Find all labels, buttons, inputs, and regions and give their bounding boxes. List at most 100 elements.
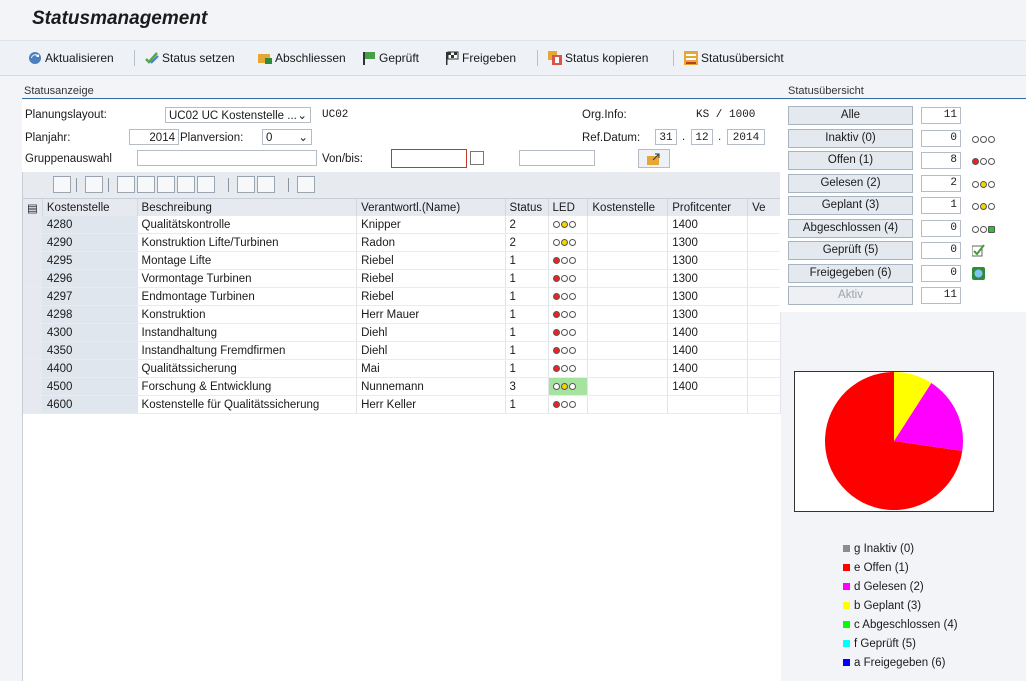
legend-label: b Geplant (3) bbox=[854, 599, 922, 612]
row-selector[interactable] bbox=[23, 216, 43, 234]
to-field[interactable] bbox=[519, 150, 595, 166]
print-icon[interactable] bbox=[237, 176, 255, 193]
col-cost-center-2[interactable]: Kostenstelle bbox=[587, 199, 669, 216]
status-overview-button[interactable]: Statusübersicht bbox=[684, 49, 784, 67]
status-filter-button[interactable]: Abgeschlossen (4) bbox=[788, 218, 913, 238]
export-icon[interactable] bbox=[257, 176, 275, 193]
release-button[interactable]: Freigeben bbox=[445, 49, 516, 67]
table-row[interactable]: 4297 Endmontage Turbinen Riebel 1 1300 bbox=[23, 287, 781, 306]
row-selector[interactable] bbox=[23, 287, 43, 306]
cell-status: 1 bbox=[505, 395, 549, 414]
range-toggle-icon[interactable] bbox=[470, 151, 484, 165]
planning-layout-select[interactable]: UC02 UC Kostenstelle ... ⌄ bbox=[165, 107, 311, 123]
row-selector[interactable] bbox=[23, 233, 43, 252]
status-filter-button[interactable]: Geprüft (5) bbox=[788, 241, 913, 260]
status-filter-button[interactable]: Alle bbox=[788, 106, 913, 125]
close-button[interactable]: Abschliessen bbox=[258, 49, 346, 67]
col-ve[interactable]: Ve bbox=[747, 199, 781, 216]
cell-responsible: Mai bbox=[356, 359, 506, 378]
cell-status: 1 bbox=[505, 305, 549, 324]
sort-ascending-icon[interactable] bbox=[117, 176, 135, 193]
sort-descending-icon[interactable] bbox=[137, 176, 155, 193]
col-cost-center[interactable]: Kostenstelle bbox=[42, 199, 138, 216]
col-status[interactable]: Status bbox=[505, 199, 549, 216]
ref-date-month[interactable]: 12 bbox=[691, 129, 713, 145]
status-count: 0 bbox=[921, 264, 961, 282]
ref-date-year[interactable]: 2014 bbox=[727, 129, 765, 145]
row-selector[interactable] bbox=[23, 269, 43, 288]
copy-icon bbox=[548, 51, 562, 65]
filter-icon[interactable] bbox=[197, 176, 215, 193]
set-status-button[interactable]: Status setzen bbox=[145, 49, 235, 67]
status-count: 11 bbox=[921, 287, 961, 304]
table-row[interactable]: 4600 Kostenstelle für Qualitätssicherung H… bbox=[23, 395, 781, 414]
cell-led bbox=[548, 395, 589, 414]
status-panel-divider bbox=[22, 98, 780, 99]
select-all-icon[interactable]: ▤ bbox=[23, 199, 43, 216]
copy-icon[interactable] bbox=[85, 176, 103, 193]
status-filter-button[interactable]: Gelesen (2) bbox=[788, 173, 913, 193]
table-row[interactable]: 4290 Konstruktion Lifte/Turbinen Radon 2 130… bbox=[23, 233, 781, 252]
cell-status: 2 bbox=[505, 233, 549, 252]
execute-button[interactable] bbox=[638, 149, 670, 168]
ref-date-label: Ref.Datum: bbox=[582, 132, 641, 144]
overview-panel-header: Statusübersicht bbox=[788, 85, 864, 97]
row-selector[interactable] bbox=[23, 359, 43, 378]
table-row[interactable]: 4500 Forschung & Entwicklung Nunnemann 3 140… bbox=[23, 377, 781, 396]
row-selector[interactable] bbox=[23, 341, 43, 360]
details-icon[interactable] bbox=[53, 176, 71, 193]
table-row[interactable]: 4400 Qualitätssicherung Mai 1 1400 bbox=[23, 359, 781, 378]
status-filter-button[interactable]: Geplant (3) bbox=[788, 196, 913, 215]
cell-cost-center-2 bbox=[587, 305, 669, 324]
status-filter-button[interactable]: Offen (1) bbox=[788, 151, 913, 170]
find-next-icon[interactable] bbox=[177, 176, 195, 193]
legend-item: d Gelesen (2) bbox=[843, 577, 958, 596]
checked-button[interactable]: Geprüft bbox=[362, 49, 419, 67]
cell-profit-center: 1300 bbox=[667, 251, 749, 270]
row-selector[interactable] bbox=[23, 323, 43, 342]
table-row[interactable]: 4296 Vormontage Turbinen Riebel 1 1300 bbox=[23, 269, 781, 288]
col-responsible[interactable]: Verantwortl.(Name) bbox=[356, 199, 506, 216]
table-row[interactable]: 4350 Instandhaltung Fremdfirmen Diehl 1 1400 bbox=[23, 341, 781, 360]
plan-version-select[interactable]: 0 ⌄ bbox=[262, 129, 312, 145]
from-field[interactable] bbox=[391, 149, 467, 168]
cell-cost-center-2 bbox=[587, 341, 669, 360]
led-green-icon bbox=[972, 222, 995, 236]
table-row[interactable]: 4280 Qualitätskontrolle Knipper 2 1400 bbox=[23, 216, 781, 234]
col-led[interactable]: LED bbox=[548, 199, 589, 216]
row-selector[interactable] bbox=[23, 305, 43, 324]
table-row[interactable]: 4295 Montage Lifte Riebel 1 1300 bbox=[23, 251, 781, 270]
refresh-button[interactable]: Aktualisieren bbox=[28, 49, 114, 67]
col-profit-center[interactable]: Profitcenter bbox=[667, 199, 749, 216]
cell-status: 1 bbox=[505, 251, 549, 270]
table-row[interactable]: 4298 Konstruktion Herr Mauer 1 1300 bbox=[23, 305, 781, 324]
ref-date-day[interactable]: 31 bbox=[655, 129, 677, 145]
cell-profit-center: 1300 bbox=[667, 269, 749, 288]
status-filter-button[interactable]: Freigegeben (6) bbox=[788, 263, 913, 283]
cell-cost-center: 4290 bbox=[42, 233, 138, 252]
find-icon[interactable] bbox=[157, 176, 175, 193]
legend-item: f Geprüft (5) bbox=[843, 634, 958, 653]
row-selector[interactable] bbox=[23, 251, 43, 270]
layout-icon[interactable] bbox=[297, 176, 315, 193]
status-filter-button[interactable]: Aktiv bbox=[788, 286, 913, 305]
col-description[interactable]: Beschreibung bbox=[137, 199, 358, 216]
ref-date-separator: . bbox=[682, 131, 686, 143]
plan-year-field[interactable]: 2014 bbox=[129, 129, 179, 145]
status-filter-button[interactable]: Inaktiv (0) bbox=[788, 128, 913, 148]
cell-cost-center: 4500 bbox=[42, 377, 138, 396]
cell-description: Endmontage Turbinen bbox=[137, 287, 358, 306]
table-row[interactable]: 4300 Instandhaltung Diehl 1 1400 bbox=[23, 323, 781, 342]
planning-layout-code: UC02 bbox=[322, 109, 349, 121]
chevron-down-icon: ⌄ bbox=[297, 110, 307, 122]
row-selector[interactable] bbox=[23, 395, 43, 414]
pie-legend: g Inaktiv (0) e Offen (1) d Gelesen (2) b G… bbox=[843, 539, 958, 672]
legend-swatch bbox=[843, 545, 850, 552]
cell-profit-center: 1400 bbox=[667, 377, 749, 396]
row-selector[interactable] bbox=[23, 377, 43, 396]
page-title: Statusmanagement bbox=[32, 8, 208, 29]
copy-status-button[interactable]: Status kopieren bbox=[548, 49, 648, 67]
cell-description: Qualitätssicherung bbox=[137, 359, 358, 378]
group-selection-field[interactable] bbox=[137, 150, 317, 166]
led-red-icon bbox=[552, 364, 576, 372]
